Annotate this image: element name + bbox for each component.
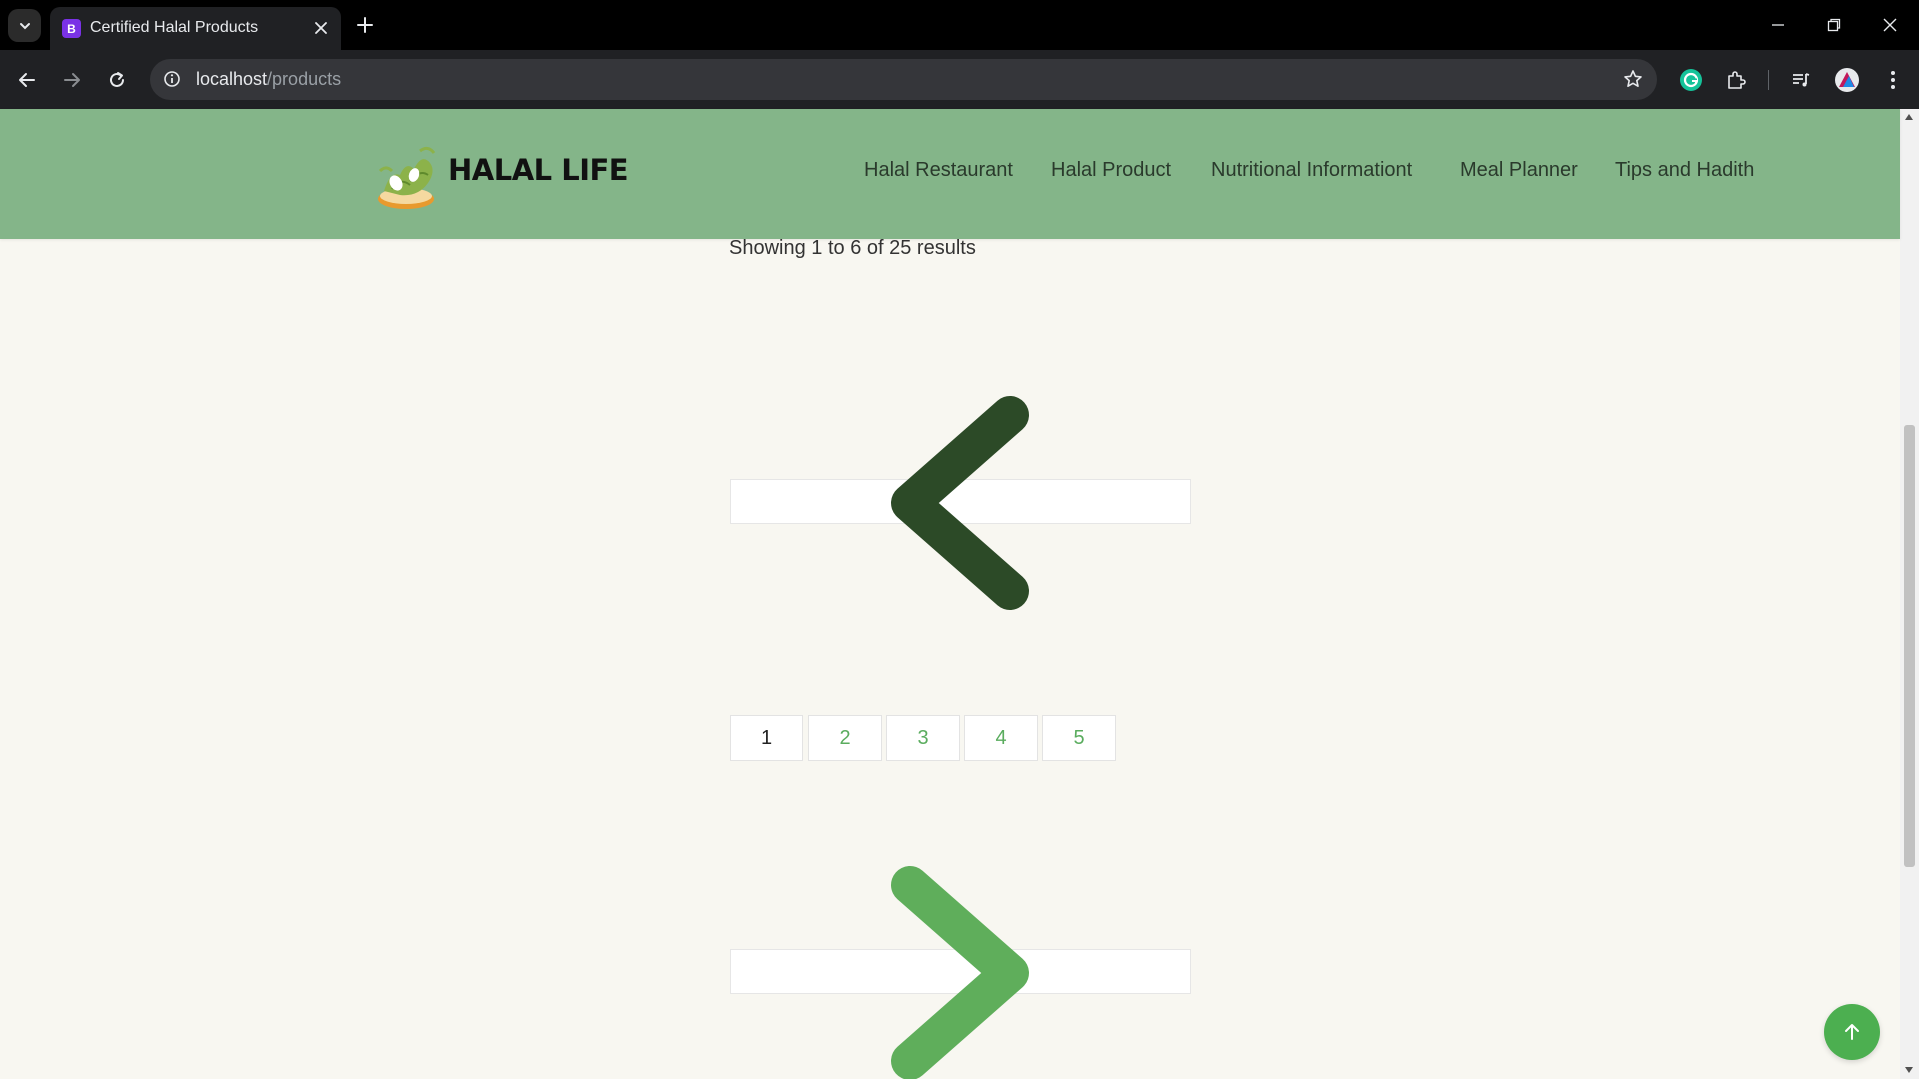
site-header: HALAL LIFE Halal Restaurant Halal Produc… — [0, 109, 1900, 239]
pagination-page-1[interactable]: 1 — [730, 715, 803, 761]
star-icon — [1624, 70, 1642, 87]
grammarly-icon — [1680, 69, 1702, 91]
scrollbar-thumb[interactable] — [1904, 425, 1915, 867]
nav-meal-planner[interactable]: Meal Planner — [1460, 159, 1578, 182]
close-icon — [1883, 18, 1897, 32]
browser-tab-bar: B Certified Halal Products — [0, 0, 1919, 50]
avatar-icon — [1835, 68, 1859, 92]
grammarly-extension-button[interactable] — [1674, 63, 1708, 97]
chevron-right-icon — [891, 866, 1029, 1079]
tab-search-button[interactable] — [8, 9, 41, 42]
new-tab-button[interactable] — [351, 11, 379, 39]
bookmark-button[interactable] — [1621, 67, 1645, 91]
back-to-top-button[interactable] — [1824, 1004, 1880, 1060]
plus-icon — [357, 17, 373, 33]
arrow-left-icon — [19, 73, 35, 87]
restore-button[interactable] — [1814, 8, 1854, 42]
pagination-page-3[interactable]: 3 — [886, 715, 960, 761]
scroll-down-arrow-icon[interactable] — [1905, 1067, 1913, 1073]
chevron-down-icon — [19, 22, 30, 29]
arrow-up-icon — [1845, 1024, 1859, 1040]
address-bar[interactable]: localhost/products — [150, 59, 1657, 100]
minimize-button[interactable] — [1758, 8, 1798, 42]
close-icon — [315, 22, 327, 34]
forward-button[interactable] — [55, 63, 89, 97]
browser-toolbar: localhost/products — [0, 50, 1919, 109]
puzzle-icon — [1728, 71, 1746, 89]
close-window-button[interactable] — [1870, 8, 1910, 42]
nav-halal-restaurant[interactable]: Halal Restaurant — [864, 159, 1013, 182]
pagination-page-5[interactable]: 5 — [1042, 715, 1116, 761]
chevron-left-icon — [891, 396, 1029, 610]
back-button[interactable] — [10, 63, 44, 97]
url-text: localhost/products — [196, 69, 341, 90]
tab-close-button[interactable] — [311, 18, 331, 38]
profile-avatar-button[interactable] — [1830, 63, 1864, 97]
results-count: Showing 1 to 6 of 25 results — [729, 237, 976, 259]
nav-nutritional-information[interactable]: Nutritional Informationt — [1211, 159, 1412, 182]
url-path: /products — [267, 69, 342, 89]
halal-life-logo-icon[interactable] — [370, 141, 450, 221]
nav-halal-product[interactable]: Halal Product — [1051, 159, 1171, 182]
more-vertical-icon — [1891, 71, 1895, 89]
browser-tab-active[interactable]: B Certified Halal Products — [50, 7, 341, 50]
reload-button[interactable] — [100, 63, 134, 97]
nav-tips-and-hadith[interactable]: Tips and Hadith — [1615, 159, 1754, 182]
reload-icon — [110, 72, 124, 87]
minimize-icon — [1772, 24, 1784, 26]
media-controls-button[interactable] — [1784, 63, 1818, 97]
site-info-button[interactable] — [160, 67, 184, 91]
browser-menu-button[interactable] — [1876, 63, 1910, 97]
playlist-icon — [1793, 73, 1810, 87]
pagination-page-4[interactable]: 4 — [964, 715, 1038, 761]
brand-name[interactable]: HALAL LIFE — [448, 153, 629, 187]
info-icon — [164, 71, 180, 87]
restore-icon — [1827, 18, 1841, 32]
arrow-right-icon — [64, 73, 80, 87]
scroll-up-arrow-icon[interactable] — [1905, 114, 1913, 120]
url-host: localhost — [196, 69, 268, 89]
tab-title: Certified Halal Products — [90, 19, 259, 36]
toolbar-divider — [1768, 70, 1769, 90]
tab-favicon: B — [62, 19, 81, 38]
pagination-page-2[interactable]: 2 — [808, 715, 882, 761]
extensions-button[interactable] — [1719, 63, 1753, 97]
page-scrollbar[interactable] — [1900, 109, 1919, 1079]
